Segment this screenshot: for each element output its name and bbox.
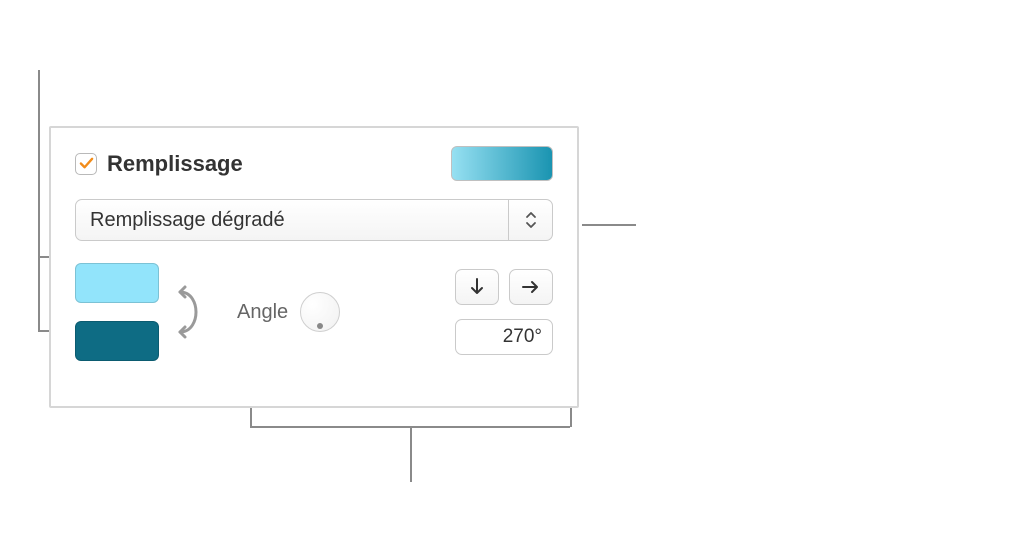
swap-icon bbox=[172, 280, 200, 344]
arrow-right-icon bbox=[521, 279, 541, 295]
angle-dial[interactable] bbox=[300, 292, 340, 332]
fill-type-selected: Remplissage dégradé bbox=[76, 200, 508, 240]
gradient-swatches bbox=[75, 263, 159, 361]
fill-preview-swatch[interactable] bbox=[451, 146, 553, 181]
chevron-updown-icon bbox=[508, 200, 552, 240]
fill-checkbox-label: Remplissage bbox=[107, 151, 243, 177]
angle-value: 270° bbox=[503, 326, 542, 348]
direction-horizontal-button[interactable] bbox=[509, 269, 553, 305]
angle-input[interactable]: 270° bbox=[455, 319, 553, 355]
gradient-controls-row: Angle 270° bbox=[75, 263, 553, 361]
callout-line bbox=[38, 256, 40, 331]
angle-dial-circle bbox=[300, 292, 340, 332]
angle-dial-indicator bbox=[317, 323, 323, 329]
callout-line bbox=[570, 408, 572, 427]
direction-vertical-button[interactable] bbox=[455, 269, 499, 305]
fill-checkbox[interactable] bbox=[75, 153, 97, 175]
angle-label: Angle bbox=[237, 301, 288, 324]
callout-line bbox=[410, 426, 412, 482]
swap-colors-button[interactable] bbox=[169, 272, 203, 352]
callout-line bbox=[250, 408, 252, 427]
callout-line bbox=[38, 70, 40, 256]
gradient-color-2[interactable] bbox=[75, 321, 159, 361]
gradient-color-1[interactable] bbox=[75, 263, 159, 303]
direction-buttons bbox=[455, 269, 553, 305]
angle-right-column: 270° bbox=[455, 269, 553, 355]
arrow-down-icon bbox=[469, 277, 485, 297]
callout-line bbox=[582, 224, 636, 226]
fill-panel: Remplissage Remplissage dégradé Angle bbox=[49, 126, 579, 408]
fill-checkbox-wrap: Remplissage bbox=[75, 151, 243, 177]
fill-header-row: Remplissage bbox=[75, 146, 553, 181]
checkmark-icon bbox=[79, 156, 94, 171]
fill-type-dropdown[interactable]: Remplissage dégradé bbox=[75, 199, 553, 241]
